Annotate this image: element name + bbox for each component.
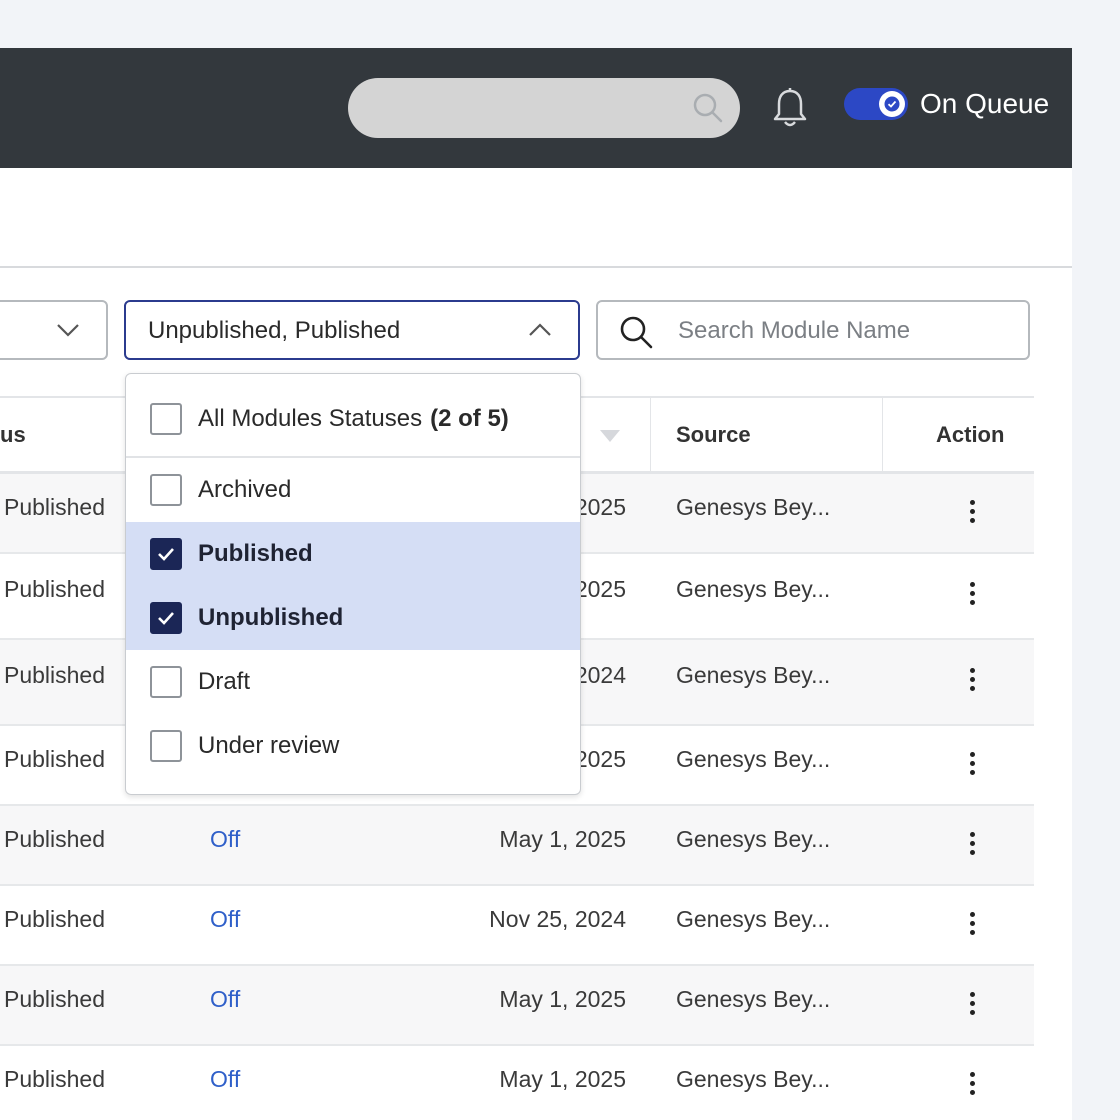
toggle-knob xyxy=(879,91,905,117)
checkbox[interactable] xyxy=(150,474,182,506)
more-actions-icon[interactable] xyxy=(960,668,984,698)
all-statuses-text: All Modules Statuses xyxy=(198,405,423,432)
more-actions-icon[interactable] xyxy=(960,1072,984,1102)
toggle-link-cell[interactable]: Off xyxy=(210,826,240,853)
source-cell: Genesys Bey... xyxy=(676,494,831,520)
checkbox-checked[interactable] xyxy=(150,602,182,634)
header-status[interactable]: us xyxy=(0,398,26,472)
check-icon xyxy=(884,96,900,112)
status-filter-select[interactable]: Unpublished, Published xyxy=(124,300,580,360)
selection-count: (2 of 5) xyxy=(430,405,509,432)
checkbox[interactable] xyxy=(150,730,182,762)
source-cell: Genesys Bey... xyxy=(676,906,831,932)
more-actions-icon[interactable] xyxy=(960,582,984,612)
more-actions-icon[interactable] xyxy=(960,992,984,1022)
on-queue-toggle[interactable] xyxy=(844,88,908,120)
date-cell: Nov 25, 2024 xyxy=(489,906,626,932)
checkbox[interactable] xyxy=(150,666,182,698)
header-source[interactable]: Source xyxy=(676,398,751,472)
bell-icon[interactable] xyxy=(770,86,810,130)
table-row[interactable]: Published Off May 1, 2025 Genesys Bey... xyxy=(0,806,1034,886)
toggle-link-cell[interactable]: Off xyxy=(210,906,240,933)
module-search-field[interactable] xyxy=(596,300,1030,360)
toggle-link-cell[interactable]: Off xyxy=(210,986,240,1013)
option-label: Archived xyxy=(198,476,292,503)
top-bar: On Queue xyxy=(0,48,1072,168)
chevron-up-icon xyxy=(529,323,551,336)
date-cell: 2025 xyxy=(574,746,626,772)
source-cell: Genesys Bey... xyxy=(676,576,831,602)
column-divider xyxy=(650,398,651,473)
app-window: On Queue Unpublished, Published us Sourc… xyxy=(0,48,1072,1120)
table-row[interactable]: Published Off Nov 25, 2024 Genesys Bey... xyxy=(0,886,1034,966)
checkbox-checked[interactable] xyxy=(150,538,182,570)
status-cell: Published xyxy=(4,826,106,852)
date-cell: 2024 xyxy=(574,662,626,688)
status-filter-dropdown: All Modules Statuses (2 of 5) Archived Pub… xyxy=(125,373,581,795)
date-cell: May 1, 2025 xyxy=(499,1066,626,1092)
checkbox[interactable] xyxy=(150,403,182,435)
source-cell: Genesys Bey... xyxy=(676,826,831,852)
more-actions-icon[interactable] xyxy=(960,752,984,782)
search-icon xyxy=(620,316,653,349)
search-icon xyxy=(693,93,723,123)
table-row[interactable]: Published Off May 1, 2025 Genesys Bey... xyxy=(0,966,1034,1046)
date-cell: 2025 xyxy=(574,576,626,602)
status-filter-value: Unpublished, Published xyxy=(148,317,401,344)
status-cell: Published xyxy=(4,906,106,932)
more-actions-icon[interactable] xyxy=(960,832,984,862)
option-label: Unpublished xyxy=(198,604,344,631)
header-action: Action xyxy=(936,422,1005,447)
column-divider xyxy=(882,398,883,473)
option-under-review[interactable]: Under review xyxy=(126,714,580,778)
option-unpublished[interactable]: Unpublished xyxy=(126,586,580,650)
option-label: Draft xyxy=(198,668,251,695)
toggle-link-cell[interactable]: Off xyxy=(210,1066,240,1093)
table-row[interactable]: Published Off May 1, 2025 Genesys Bey... xyxy=(0,1046,1034,1120)
status-cell: Published xyxy=(4,1066,106,1092)
more-actions-icon[interactable] xyxy=(960,912,984,942)
date-cell: May 1, 2025 xyxy=(499,986,626,1012)
status-cell: Published xyxy=(4,576,106,602)
status-cell: Published xyxy=(4,494,106,520)
global-search-input[interactable] xyxy=(348,78,740,138)
source-cell: Genesys Bey... xyxy=(676,1066,831,1092)
option-published[interactable]: Published xyxy=(126,522,580,586)
source-cell: Genesys Bey... xyxy=(676,746,831,772)
date-cell: 2025 xyxy=(574,494,626,520)
sort-down-icon[interactable] xyxy=(598,428,622,444)
option-all-label: All Modules Statuses (2 of 5) xyxy=(198,386,509,452)
source-cell: Genesys Bey... xyxy=(676,662,831,688)
page-subheader xyxy=(0,168,1072,268)
source-cell: Genesys Bey... xyxy=(676,986,831,1012)
option-draft[interactable]: Draft xyxy=(126,650,580,714)
option-all-statuses[interactable]: All Modules Statuses (2 of 5) xyxy=(126,386,580,458)
module-search-input[interactable] xyxy=(676,310,1020,352)
status-cell: Published xyxy=(4,662,106,688)
status-cell: Published xyxy=(4,986,106,1012)
date-cell: May 1, 2025 xyxy=(499,826,626,852)
option-label: Published xyxy=(198,540,313,567)
check-icon xyxy=(158,612,174,625)
option-label: Under review xyxy=(198,732,340,759)
filter-select[interactable] xyxy=(0,300,108,360)
on-queue-label: On Queue xyxy=(920,88,1050,119)
status-cell: Published xyxy=(4,746,106,772)
more-actions-icon[interactable] xyxy=(960,500,984,530)
check-icon xyxy=(158,548,174,561)
option-archived[interactable]: Archived xyxy=(126,458,580,522)
chevron-down-icon xyxy=(57,324,79,337)
